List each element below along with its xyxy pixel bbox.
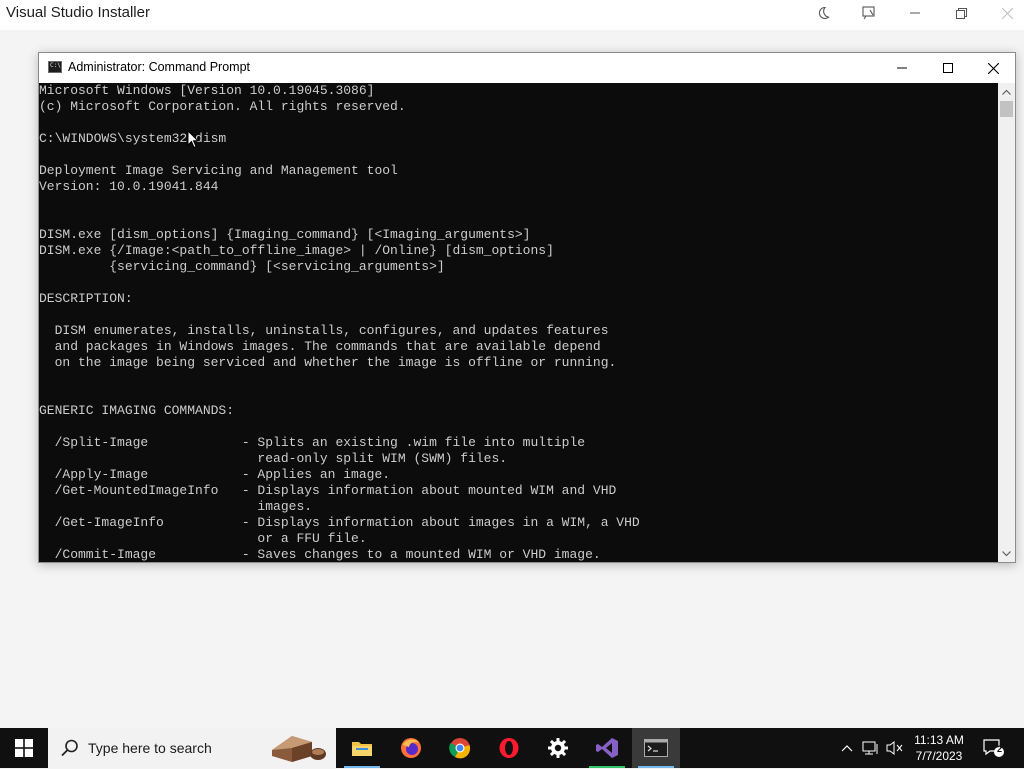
console-line: DISM.exe {/Image:<path_to_offline_image>… [39,243,554,258]
console-line: images. [39,499,313,514]
command-prompt-window[interactable]: Administrator: Command Prompt Microsoft … [38,52,1016,563]
taskbar-file-explorer[interactable] [338,728,386,768]
console-line: /Commit-Image - Saves changes to a mount… [39,547,601,562]
console-text: Microsoft Windows [Version 10.0.19045.30… [39,83,998,562]
vsi-minimize-icon[interactable] [892,0,938,26]
taskbar-visual-studio-installer[interactable] [583,728,631,768]
console-line: /Get-MountedImageInfo - Displays informa… [39,483,617,498]
console-line: DISM enumerates, installs, uninstalls, c… [39,323,609,338]
console-scrollbar[interactable] [998,83,1015,562]
mouse-pointer-icon [187,129,200,154]
taskbar-command-prompt[interactable] [632,728,680,768]
firefox-icon [401,738,421,758]
console-line: DESCRIPTION: [39,291,133,306]
notification-count-badge: 2 [997,744,1003,754]
taskbar-firefox[interactable] [387,728,435,768]
feedback-icon[interactable] [846,0,892,26]
visual-studio-icon [596,738,618,758]
search-placeholder: Type here to search [88,740,212,756]
action-center-button[interactable]: 2 [978,728,1008,768]
taskbar-settings[interactable] [534,728,582,768]
console-line: (c) Microsoft Corporation. All rights re… [39,99,406,114]
chrome-icon [449,738,471,759]
console-line: and packages in Windows images. The comm… [39,339,601,354]
maximize-icon [943,63,953,73]
minimize-icon [897,67,907,69]
taskbar: Type here to search 11:13 AM 7/7/2023 2 [0,728,1024,768]
opera-icon [499,738,519,758]
console-line: /Split-Image - Splits an existing .wim f… [39,435,586,450]
console-line: DISM.exe [dism_options] {Imaging_command… [39,227,531,242]
console-line: or a FFU file. [39,531,367,546]
vs-installer-titlebar: Visual Studio Installer [0,0,1024,30]
cmd-app-icon [48,61,62,73]
gear-icon [548,738,568,758]
taskbar-opera[interactable] [485,728,533,768]
volume-muted-icon[interactable] [884,728,906,768]
cmd-minimize-button[interactable] [879,53,925,83]
folder-icon [352,742,372,756]
console-line: C:\WINDOWS\system32>dism [39,131,227,146]
console-line: GENERIC IMAGING COMMANDS: [39,403,235,418]
scroll-up-arrow-icon[interactable] [998,83,1015,100]
vsi-restore-icon[interactable] [938,0,984,26]
theme-moon-icon[interactable] [800,0,846,26]
console-output[interactable]: Microsoft Windows [Version 10.0.19045.30… [39,83,998,562]
console-line: /Get-ImageInfo - Displays information ab… [39,515,640,530]
search-highlight-chocolate-icon[interactable] [270,732,330,769]
clock-date: 7/7/2023 [915,749,963,763]
cmd-window-title: Administrator: Command Prompt [68,60,251,74]
cmd-maximize-button[interactable] [925,53,971,83]
scrollbar-thumb[interactable] [1000,101,1013,117]
console-line: on the image being serviced and whether … [39,355,617,370]
console-line: /Apply-Image - Applies an image. [39,467,391,482]
vs-installer-title: Visual Studio Installer [6,4,150,21]
close-icon [987,62,999,74]
taskbar-search-box[interactable]: Type here to search [48,728,336,768]
vsi-close-icon[interactable] [984,0,1024,26]
clock-time: 11:13 AM [914,733,964,747]
cmd-titlebar[interactable]: Administrator: Command Prompt [39,53,1015,83]
cmd-close-button[interactable] [970,53,1016,83]
console-line: {servicing_command} [<servicing_argument… [39,259,445,274]
show-hidden-icons-chevron-up-icon[interactable] [836,728,858,768]
start-button[interactable] [0,728,48,768]
search-icon [60,738,80,763]
console-line: Microsoft Windows [Version 10.0.19045.30… [39,83,375,98]
network-icon[interactable] [860,728,882,768]
windows-logo-icon [15,739,33,757]
scroll-down-arrow-icon[interactable] [998,545,1015,562]
taskbar-chrome[interactable] [436,728,484,768]
console-line: Version: 10.0.19041.844 [39,179,219,194]
console-line: read-only split WIM (SWM) files. [39,451,508,466]
terminal-icon [644,739,668,757]
console-line: Deployment Image Servicing and Managemen… [39,163,398,178]
taskbar-clock[interactable]: 11:13 AM 7/7/2023 [906,732,972,764]
